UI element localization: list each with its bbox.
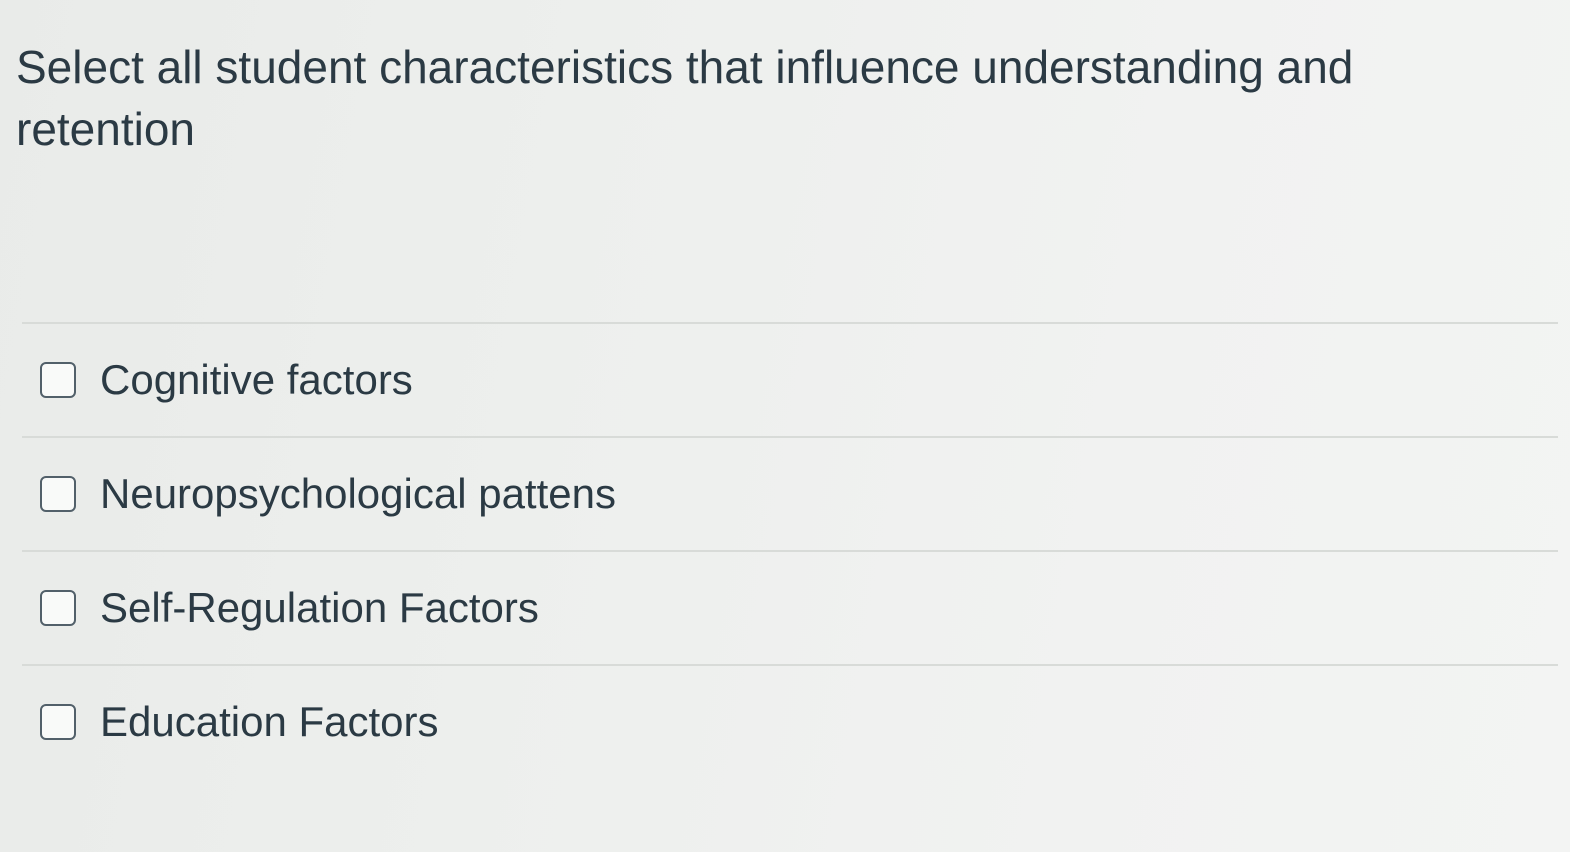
- answer-option-cognitive-factors[interactable]: Cognitive factors: [22, 324, 1558, 436]
- answer-option-education-factors[interactable]: Education Factors: [22, 666, 1558, 778]
- checkbox[interactable]: [40, 362, 76, 398]
- answer-option-self-regulation-factors[interactable]: Self-Regulation Factors: [22, 552, 1558, 664]
- checkbox[interactable]: [40, 476, 76, 512]
- answer-option-neuropsychological-pattens[interactable]: Neuropsychological pattens: [22, 438, 1558, 550]
- checkbox[interactable]: [40, 704, 76, 740]
- question-text: Select all student characteristics that …: [16, 41, 1354, 155]
- checkbox[interactable]: [40, 590, 76, 626]
- answer-label: Cognitive factors: [100, 356, 413, 403]
- answer-label: Neuropsychological pattens: [100, 470, 616, 517]
- answer-label: Self-Regulation Factors: [100, 584, 539, 631]
- answer-label: Education Factors: [100, 698, 439, 745]
- answer-list: Cognitive factors Neuropsychological pat…: [22, 322, 1558, 778]
